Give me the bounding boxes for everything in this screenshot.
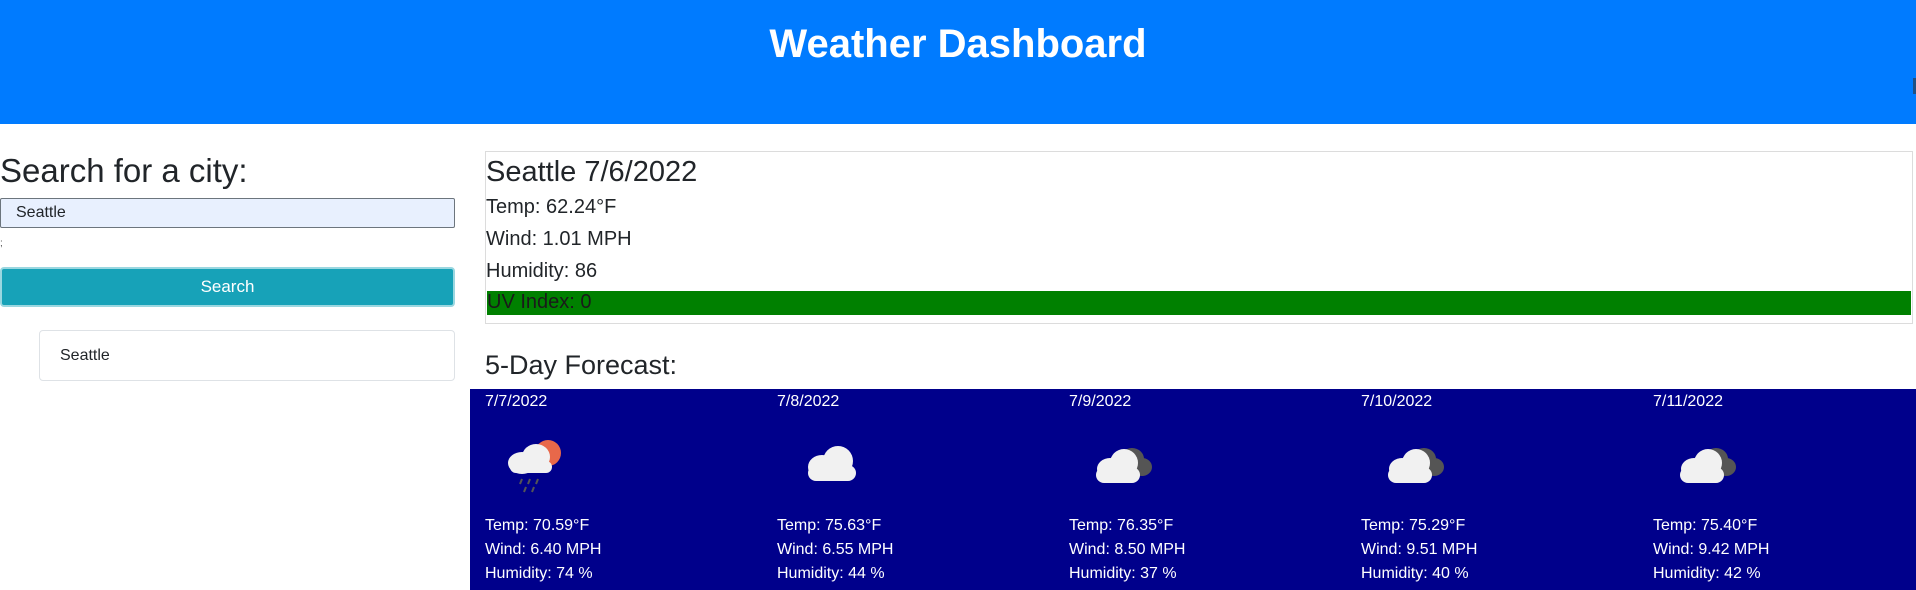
forecast-date: 7/10/2022 <box>1361 393 1433 410</box>
forecast-temp: Temp: 75.63°F <box>777 517 882 534</box>
forecast-day: 7/11/2022 Temp: 75.40°F Wind: 9.42 MPH H… <box>1638 389 1916 590</box>
forecast-humidity: Humidity: 74 % <box>485 565 593 582</box>
current-temp: Temp: 62.24°F <box>486 196 617 218</box>
search-button[interactable]: Search <box>0 267 455 307</box>
search-history-item[interactable]: Seattle <box>39 330 455 381</box>
forecast-temp: Temp: 75.40°F <box>1653 517 1758 534</box>
forecast-date: 7/8/2022 <box>777 393 840 410</box>
broken-clouds-icon <box>1096 448 1152 483</box>
forecast-temp: Temp: 70.59°F <box>485 517 590 534</box>
forecast-date: 7/9/2022 <box>1069 393 1132 410</box>
forecast-heading: 5-Day Forecast: <box>485 350 678 380</box>
forecast-date: 7/7/2022 <box>485 393 548 410</box>
current-humidity: Humidity: 86 <box>486 260 598 282</box>
forecast-wind: Wind: 9.42 MPH <box>1653 541 1770 558</box>
forecast-humidity: Humidity: 37 % <box>1069 565 1177 582</box>
forecast-humidity: Humidity: 44 % <box>777 565 885 582</box>
stray-mark: ; <box>0 238 3 249</box>
forecast-temp: Temp: 76.35°F <box>1069 517 1174 534</box>
forecast-day: 7/8/2022 Temp: 75.63°F Wind: 6.55 MPH Hu… <box>762 389 1042 590</box>
forecast-humidity: Humidity: 40 % <box>1361 565 1469 582</box>
current-city-date: Seattle 7/6/2022 <box>486 156 698 188</box>
forecast-date: 7/11/2022 <box>1653 393 1723 410</box>
forecast-panel: 7/7/2022 Temp: 70.59°F Wind: 6.40 MPH Hu… <box>470 389 1916 590</box>
forecast-wind: Wind: 9.51 MPH <box>1361 541 1478 558</box>
page-title: Weather Dashboard <box>769 22 1147 66</box>
forecast-wind: Wind: 8.50 MPH <box>1069 541 1186 558</box>
cloud-icon <box>808 446 856 481</box>
broken-clouds-icon <box>1388 448 1444 483</box>
forecast-day: 7/9/2022 Temp: 76.35°F Wind: 8.50 MPH Hu… <box>1054 389 1334 590</box>
forecast-temp: Temp: 75.29°F <box>1361 517 1466 534</box>
forecast-wind: Wind: 6.55 MPH <box>777 541 894 558</box>
current-wind: Wind: 1.01 MPH <box>486 228 632 250</box>
forecast-wind: Wind: 6.40 MPH <box>485 541 602 558</box>
city-search-input[interactable] <box>0 198 455 228</box>
forecast-day: 7/7/2022 Temp: 70.59°F Wind: 6.40 MPH Hu… <box>470 389 750 590</box>
search-heading: Search for a city: <box>0 152 248 189</box>
rain-sun-cloud-icon <box>508 440 561 493</box>
uv-index-bar: UV Index: 0 <box>487 291 1911 315</box>
current-weather-card: Seattle 7/6/2022 Temp: 62.24°F Wind: 1.0… <box>485 151 1913 324</box>
forecast-humidity: Humidity: 42 % <box>1653 565 1761 582</box>
broken-clouds-icon <box>1680 448 1736 483</box>
forecast-day: 7/10/2022 Temp: 75.29°F Wind: 9.51 MPH H… <box>1346 389 1626 590</box>
page-header: Weather Dashboard <box>0 0 1916 124</box>
